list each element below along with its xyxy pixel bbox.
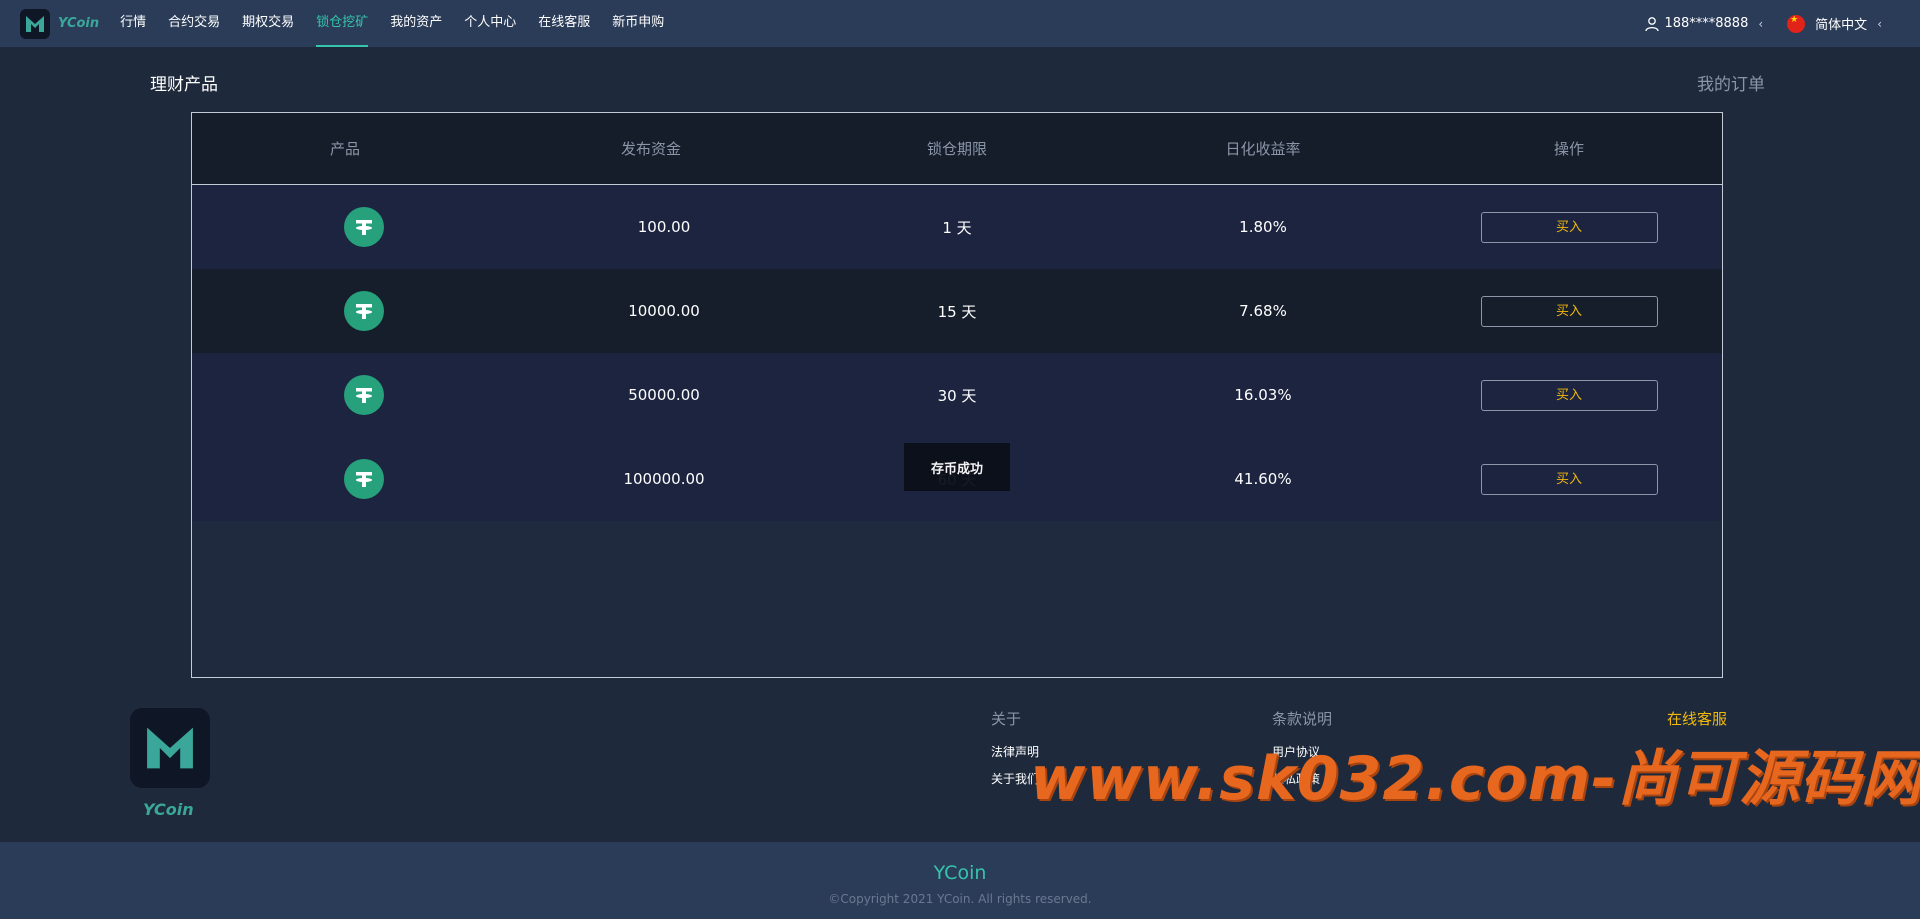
footer-logo-icon xyxy=(130,708,210,788)
term-cell: 30 天 xyxy=(937,386,977,405)
tether-icon xyxy=(344,375,384,415)
footer-brand: YCoin xyxy=(143,800,194,819)
term-cell: 15 天 xyxy=(937,302,977,321)
term-cell: 1 天 xyxy=(942,218,972,237)
chevron-left-icon[interactable]: ‹ xyxy=(1758,17,1763,31)
amount-cell: 100000.00 xyxy=(623,470,705,488)
products-table: 产品 发布资金 锁仓期限 日化收益率 操作 100.00 1 天 1.80% 买… xyxy=(191,112,1723,678)
my-orders-link[interactable]: 我的订单 xyxy=(1697,70,1765,95)
chevron-left-icon[interactable]: ‹ xyxy=(1877,17,1882,31)
user-icon xyxy=(1645,16,1660,31)
copyright: ©Copyright 2021 YCoin. All rights reserv… xyxy=(828,892,1092,906)
footer-online-service[interactable]: 在线客服 xyxy=(1667,708,1727,729)
bottom-brand: YCoin xyxy=(933,862,987,884)
rate-cell: 41.60% xyxy=(1234,470,1292,488)
success-toast: 存币成功 xyxy=(904,443,1010,491)
nav-brand: YCoin xyxy=(58,16,100,31)
page-title: 理财产品 xyxy=(150,75,218,95)
language-selector[interactable]: 简体中文 xyxy=(1815,14,1867,33)
table-row: 10000.00 15 天 7.68% 买入 xyxy=(192,269,1722,353)
watermark: www.sk032.com-尚可源码网 xyxy=(1030,744,1920,814)
nav-logo[interactable]: YCoin xyxy=(20,0,99,47)
nav-item-options[interactable]: 期权交易 xyxy=(231,0,305,47)
amount-cell: 10000.00 xyxy=(628,302,700,320)
bottom-bar: YCoin ©Copyright 2021 YCoin. All rights … xyxy=(0,842,1920,919)
tether-icon xyxy=(344,459,384,499)
tether-icon xyxy=(344,291,384,331)
buy-button[interactable]: 买入 xyxy=(1480,463,1658,495)
rate-cell: 1.80% xyxy=(1239,218,1287,236)
header-term: 锁仓期限 xyxy=(926,140,987,158)
footer-about-title: 关于 xyxy=(991,710,1022,728)
amount-cell: 50000.00 xyxy=(628,386,700,404)
nav-item-lock-mining[interactable]: 锁仓挖矿 xyxy=(305,0,379,47)
buy-button[interactable]: 买入 xyxy=(1480,295,1658,327)
rate-cell: 16.03% xyxy=(1234,386,1292,404)
nav-item-contract[interactable]: 合约交易 xyxy=(157,0,231,47)
buy-button[interactable]: 买入 xyxy=(1480,211,1658,243)
rate-cell: 7.68% xyxy=(1239,302,1287,320)
header-rate: 日化收益率 xyxy=(1225,140,1301,158)
nav-item-assets[interactable]: 我的资产 xyxy=(379,0,453,47)
ycoin-logo-icon xyxy=(20,8,50,39)
footer-terms-title: 条款说明 xyxy=(1272,710,1333,728)
header-action: 操作 xyxy=(1553,140,1584,158)
china-flag-icon xyxy=(1787,14,1806,33)
nav-item-ipo[interactable]: 新币申购 xyxy=(601,0,675,47)
header-amount: 发布资金 xyxy=(620,140,681,158)
top-nav: YCoin 行情 合约交易 期权交易 锁仓挖矿 我的资产 个人中心 在线客服 新… xyxy=(0,0,1920,47)
tether-icon xyxy=(344,207,384,247)
table-header: 产品 发布资金 锁仓期限 日化收益率 操作 xyxy=(192,113,1722,185)
header-product: 产品 xyxy=(329,140,360,158)
table-row: 100.00 1 天 1.80% 买入 xyxy=(192,185,1722,269)
nav-menu: 行情 合约交易 期权交易 锁仓挖矿 我的资产 个人中心 在线客服 新币申购 xyxy=(109,0,675,47)
nav-right: 188****8888 ‹ 简体中文 ‹ xyxy=(1644,0,1882,47)
nav-item-support[interactable]: 在线客服 xyxy=(527,0,601,47)
table-row: 50000.00 30 天 16.03% 买入 xyxy=(192,353,1722,437)
buy-button[interactable]: 买入 xyxy=(1480,379,1658,411)
amount-cell: 100.00 xyxy=(637,218,691,236)
nav-item-market[interactable]: 行情 xyxy=(109,0,157,47)
user-account[interactable]: 188****8888 xyxy=(1664,16,1748,31)
nav-item-profile[interactable]: 个人中心 xyxy=(453,0,527,47)
